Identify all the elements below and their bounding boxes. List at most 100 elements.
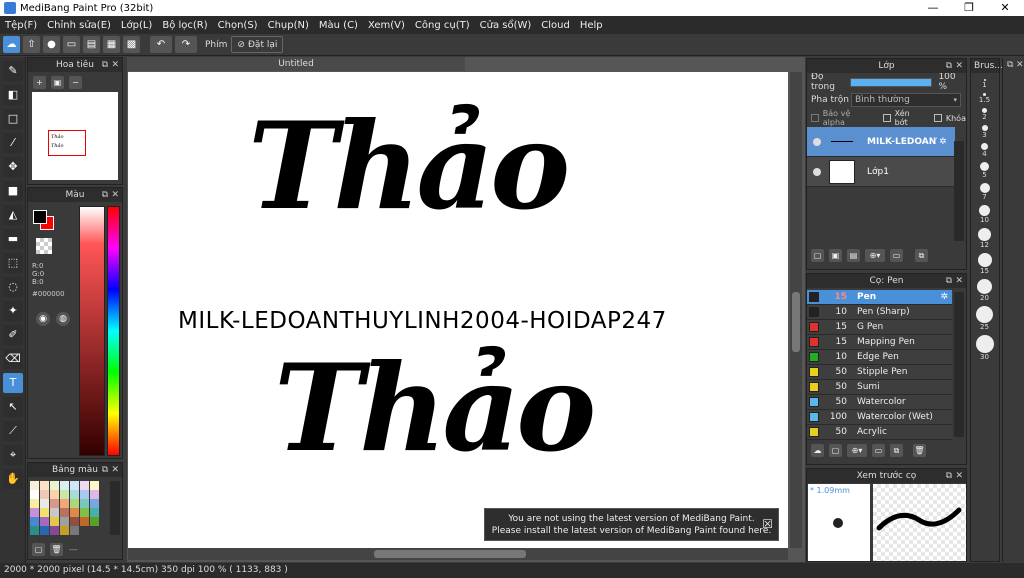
zoom-in-icon[interactable]: + <box>33 75 46 89</box>
navigator-viewport[interactable]: Thảo Thảo <box>48 130 86 156</box>
undock-icon[interactable]: ⧉ <box>102 463 108 477</box>
brush-size-option[interactable]: 12 <box>971 226 998 251</box>
shade-picker[interactable] <box>79 206 105 456</box>
palette-swatch[interactable] <box>90 508 99 517</box>
palette-swatch[interactable] <box>50 481 59 490</box>
brush-size-option[interactable]: 3 <box>971 123 998 141</box>
palette-swatch[interactable] <box>60 508 69 517</box>
brush-row[interactable]: 15 G Pen <box>807 320 952 335</box>
panel-close-icon[interactable]: ✕ <box>111 58 119 72</box>
palette-swatch[interactable] <box>40 490 49 499</box>
undock-icon[interactable]: ⧉ <box>946 469 952 483</box>
menu-window[interactable]: Cửa sổ(W) <box>475 20 537 31</box>
delete-brush-icon[interactable]: 🗑 <box>913 444 926 457</box>
layer-row-text[interactable]: MILK-LEDOANTHUYLINH2004-HOIDAP247 ✲ <box>807 127 955 157</box>
palette-swatch[interactable] <box>60 517 69 526</box>
palette-swatch[interactable] <box>80 490 89 499</box>
palette-swatch[interactable] <box>80 499 89 508</box>
new-palette-icon[interactable]: ▢ <box>32 543 45 556</box>
select-pen-tool-icon[interactable]: ✐ <box>3 325 23 345</box>
brush-size-option[interactable]: 4 <box>971 141 998 160</box>
undock-icon[interactable]: ⧉ <box>102 58 108 72</box>
palette-swatch[interactable] <box>70 517 79 526</box>
eraser-tool-icon[interactable]: ◧ <box>3 85 23 105</box>
new-brush-icon[interactable]: ▢ <box>829 444 842 457</box>
add-layer-menu-icon[interactable]: ⊕▾ <box>865 249 885 262</box>
duplicate-layer-icon[interactable]: ⧉ <box>915 249 928 262</box>
palette-swatch[interactable] <box>60 499 69 508</box>
palette-swatch[interactable] <box>40 481 49 490</box>
gear-icon[interactable]: ✲ <box>939 137 947 147</box>
clipping-checkbox[interactable] <box>882 114 891 122</box>
maximize-button[interactable]: ❐ <box>952 0 986 16</box>
undock-icon[interactable]: ⧉ <box>946 59 952 73</box>
palette-swatch[interactable] <box>70 481 79 490</box>
horizontal-scrollbar[interactable] <box>128 548 788 560</box>
horizontal-scroll-thumb[interactable] <box>374 550 526 558</box>
primary-color-swatch[interactable] <box>33 210 47 224</box>
palette-swatch[interactable] <box>30 490 39 499</box>
undo-button[interactable]: ↶ <box>150 36 172 53</box>
palette-swatch[interactable] <box>80 481 89 490</box>
panel-close-icon[interactable]: ✕ <box>1016 60 1024 70</box>
brush-size-option[interactable]: 30 <box>971 333 998 363</box>
color-settings-icon[interactable]: ◍ <box>56 312 70 326</box>
magic-wand-tool-icon[interactable]: ✦ <box>3 301 23 321</box>
document-icon[interactable]: ▤ <box>83 36 100 53</box>
reset-button[interactable]: ⊘ Đặt lại <box>231 36 284 53</box>
select-rect-tool-icon[interactable]: ⬚ <box>3 253 23 273</box>
hue-slider[interactable] <box>107 206 120 456</box>
panel-close-icon[interactable]: ✕ <box>955 59 963 73</box>
dot-tool-icon[interactable]: ⁄ <box>3 133 23 153</box>
brush-size-option[interactable]: 5 <box>971 160 998 181</box>
drawing-canvas[interactable]: Thảo MILK-LEDOANTHUYLINH2004-HOIDAP247 T… <box>128 72 788 548</box>
comment-icon[interactable]: ● <box>43 36 60 53</box>
menu-edit[interactable]: Chỉnh sửa(E) <box>42 20 116 31</box>
palette-swatch[interactable] <box>30 526 39 535</box>
palette-swatch[interactable] <box>90 490 99 499</box>
menu-filter[interactable]: Bộ lọc(R) <box>157 20 212 31</box>
undock-icon[interactable]: ⧉ <box>946 274 952 288</box>
notice-close-icon[interactable]: ☒ <box>762 518 773 530</box>
palette-swatch[interactable] <box>30 508 39 517</box>
vertical-scrollbar[interactable] <box>790 72 802 548</box>
brush-scrollbar[interactable] <box>954 292 964 437</box>
palette-swatch[interactable] <box>40 499 49 508</box>
panel-close-icon[interactable]: ✕ <box>111 463 119 477</box>
panel-close-icon[interactable]: ✕ <box>955 274 963 288</box>
palette-icon[interactable]: ◉ <box>36 312 50 326</box>
palette-swatch[interactable] <box>90 499 99 508</box>
palette-swatch[interactable] <box>30 499 39 508</box>
redo-button[interactable]: ↷ <box>175 36 197 53</box>
menu-select[interactable]: Chọn(S) <box>213 20 263 31</box>
gear-icon[interactable]: ✲ <box>940 292 948 302</box>
brush-row[interactable]: 10 Pen (Sharp) <box>807 305 952 320</box>
divide-tool-icon[interactable]: ⟋ <box>3 421 23 441</box>
move-tool-icon[interactable]: ✥ <box>3 157 23 177</box>
navigator-preview[interactable]: Thảo Thảo <box>32 92 118 180</box>
opacity-slider[interactable] <box>849 77 933 87</box>
new-layer-icon[interactable]: ▢ <box>811 249 824 262</box>
palette-swatch[interactable] <box>50 499 59 508</box>
brush-size-option[interactable]: 1 <box>971 77 998 91</box>
text-tool-icon[interactable]: T <box>3 373 23 393</box>
palette-grid[interactable] <box>30 481 108 535</box>
vertical-scroll-thumb[interactable] <box>792 292 800 352</box>
rectangle-tool-icon[interactable]: □ <box>3 109 23 129</box>
panel-close-icon[interactable]: ✕ <box>955 469 963 483</box>
undock-icon[interactable]: ⧉ <box>1007 60 1013 70</box>
new-layer-1bit-icon[interactable]: ▤ <box>847 249 860 262</box>
operation-tool-icon[interactable]: ↖ <box>3 397 23 417</box>
menu-view[interactable]: Xem(V) <box>363 20 410 31</box>
brush-size-option[interactable]: 2 <box>971 106 998 123</box>
transparent-swatch[interactable] <box>36 238 52 254</box>
cloud-brush-icon[interactable]: ☁ <box>811 444 824 457</box>
share-icon[interactable]: ⇧ <box>23 36 40 53</box>
palette-swatch[interactable] <box>80 508 89 517</box>
menu-file[interactable]: Tệp(F) <box>0 20 42 31</box>
protect-alpha-checkbox[interactable] <box>811 114 819 122</box>
palette-swatch[interactable] <box>90 481 99 490</box>
minimize-button[interactable]: — <box>916 0 950 16</box>
fill-rect-tool-icon[interactable]: ■ <box>3 181 23 201</box>
palette-swatch[interactable] <box>30 517 39 526</box>
